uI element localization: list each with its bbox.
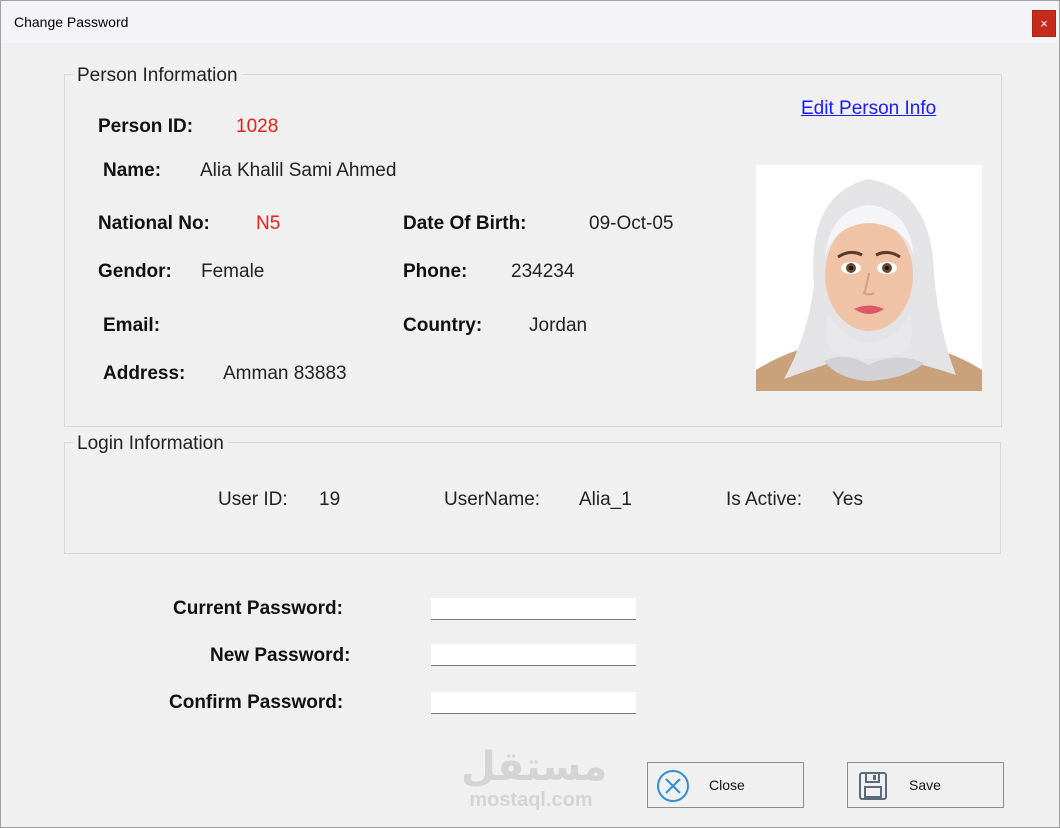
close-button[interactable]: Close <box>647 762 804 808</box>
person-information-legend: Person Information <box>73 65 242 87</box>
person-id-label: Person ID: <box>98 116 194 137</box>
address-label: Address: <box>103 363 186 384</box>
name-value: Alia Khalil Sami Ahmed <box>200 160 397 181</box>
cancel-circle-icon <box>657 770 689 802</box>
close-button-label: Close <box>709 777 745 793</box>
date-of-birth-label: Date Of Birth: <box>403 213 527 234</box>
confirm-password-input[interactable] <box>431 692 636 714</box>
save-button[interactable]: Save <box>847 762 1004 808</box>
national-no-label: National No: <box>98 213 210 234</box>
watermark-latin: mostaql.com <box>469 789 593 811</box>
save-button-label: Save <box>909 777 941 793</box>
window-title: Change Password <box>14 14 129 30</box>
mostaql-watermark: مستقل mostaql.com <box>461 744 608 815</box>
new-password-input[interactable] <box>431 644 636 666</box>
watermark-arabic: مستقل <box>461 744 608 790</box>
name-label: Name: <box>103 160 162 181</box>
address-value: Amman 83883 <box>223 363 347 384</box>
phone-label: Phone: <box>403 261 468 282</box>
window-close-button[interactable]: × <box>1032 10 1056 37</box>
national-no-value: N5 <box>256 213 281 234</box>
change-password-window: Change Password × Person Information Edi… <box>0 0 1060 828</box>
current-password-input[interactable] <box>431 598 636 620</box>
is-active-label: Is Active: <box>726 489 803 510</box>
username-value: Alia_1 <box>579 489 632 510</box>
floppy-disk-icon <box>859 772 887 800</box>
close-icon: × <box>1040 16 1048 31</box>
country-label: Country: <box>403 315 483 336</box>
login-information-legend: Login Information <box>73 433 228 455</box>
username-label: UserName: <box>444 489 541 510</box>
new-password-label: New Password: <box>210 645 351 666</box>
country-value: Jordan <box>529 315 588 336</box>
date-of-birth-value: 09-Oct-05 <box>589 213 674 234</box>
gender-label: Gendor: <box>98 261 172 282</box>
current-password-label: Current Password: <box>173 598 343 619</box>
person-id-value: 1028 <box>236 116 279 137</box>
email-label: Email: <box>103 315 161 336</box>
user-id-label: User ID: <box>218 489 288 510</box>
person-portrait-image <box>756 165 982 391</box>
edit-person-info-link[interactable]: Edit Person Info <box>801 98 936 120</box>
confirm-password-label: Confirm Password: <box>169 692 344 713</box>
gender-value: Female <box>201 261 265 282</box>
person-photo <box>756 165 982 391</box>
title-bar[interactable]: Change Password × <box>1 1 1059 43</box>
is-active-value: Yes <box>832 489 863 510</box>
phone-value: 234234 <box>511 261 575 282</box>
user-id-value: 19 <box>319 489 341 510</box>
